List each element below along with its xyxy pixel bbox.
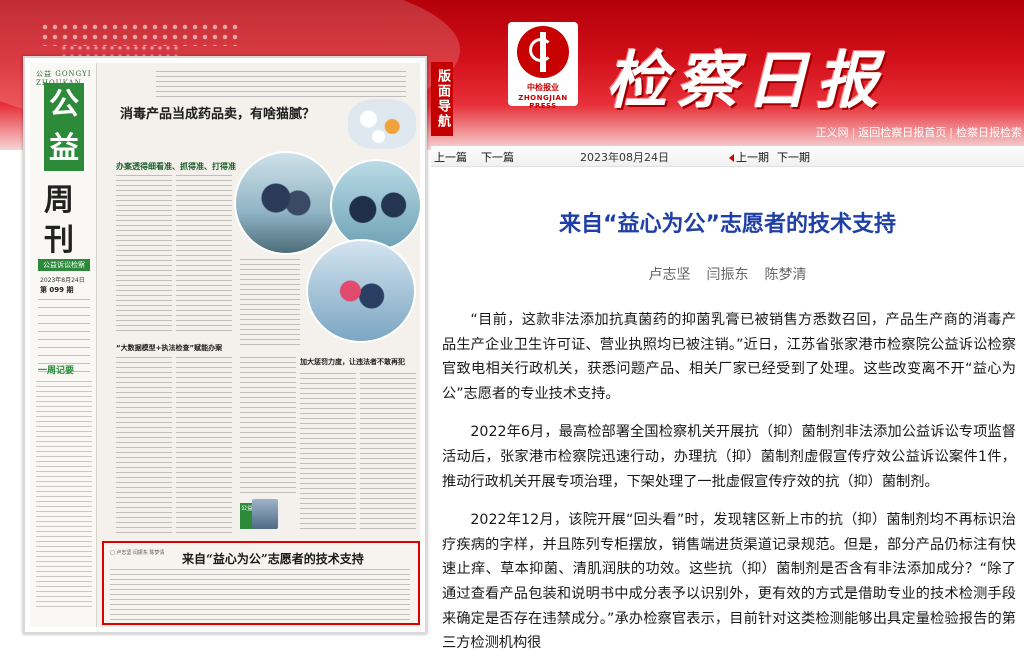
text-column [116, 357, 172, 533]
article-nav-bar: 上一篇 下一篇 2023年08月24日 上一期 下一期 [431, 146, 1024, 167]
newspaper-page-frame: 公益 GONGYI ZHOUKAN 公 益 周 刊 公益诉讼检察 2023年8月… [23, 56, 427, 634]
issue-date: 2023年08月24日 [580, 151, 669, 164]
highlighted-article-box[interactable]: □ 卢志坚 闫振东 陈梦清 来自“益心为公”志愿者的技术支持 [102, 541, 420, 625]
news-photo-1 [234, 151, 338, 255]
prev-issue-link[interactable]: 上一期 [729, 149, 769, 165]
article-title: 来自“益心为公”志愿者的技术支持 [559, 212, 896, 237]
masthead-char-zhou: 周 [44, 183, 74, 218]
article-paragraph: 2022年12月，该院开展“回头看”时，发现辖区新上市的抗（抑）菌制剂均不再标识… [442, 512, 1016, 652]
news-photo-3 [306, 239, 416, 343]
pills-image [348, 99, 416, 149]
logo-emblem-icon [517, 26, 569, 78]
link-search[interactable]: 检察日报检索 [956, 126, 1022, 139]
masthead-section-bar: 公益诉讼检察 [38, 259, 90, 271]
text-column [116, 175, 172, 335]
newspaper-subhead-right[interactable]: 加大惩罚力度，让违法者不敢再犯 [300, 357, 405, 367]
masthead-char-yi: 益 [44, 127, 84, 171]
author-name: 卢志坚 [648, 267, 691, 283]
link-zhengyi[interactable]: 正义网 [816, 126, 849, 139]
author-name: 闫振东 [706, 267, 749, 283]
article-body: “目前，这款非法添加抗真菌药的抑菌乳膏已被销售方悉数召回，产品生产商的消毒产品生… [442, 308, 1016, 670]
news-photo-2 [330, 159, 420, 251]
masthead-char-kan: 刊 [44, 223, 74, 258]
newspaper-subhead-left[interactable]: “大数据模型+执法检查”赋能办案 [116, 343, 222, 353]
author-photo [252, 499, 278, 529]
article-paragraph: “目前，这款非法添加抗真菌药的抑菌乳膏已被销售方悉数召回，产品生产商的消毒产品生… [442, 312, 1016, 402]
prev-article-link[interactable]: 上一篇 [434, 149, 467, 165]
author-name: 陈梦清 [764, 267, 807, 283]
next-article-link[interactable]: 下一篇 [481, 149, 514, 165]
masthead-column: 公益 GONGYI ZHOUKAN 公 益 周 刊 公益诉讼检察 2023年8月… [30, 63, 97, 627]
article-paragraph: 2022年6月，最高检部署全国检察机关开展抗（抑）菌制剂非法添加公益诉讼专项监督… [442, 424, 1016, 490]
text-column [240, 357, 296, 497]
highlighted-article-lines [110, 569, 410, 621]
newspaper-page-image[interactable]: 公益 GONGYI ZHOUKAN 公 益 周 刊 公益诉讼检察 2023年8月… [30, 63, 420, 627]
link-separator: | [851, 126, 856, 139]
link-separator: | [949, 126, 953, 139]
press-logo: 中检报业 ZHONGJIAN PRESS [508, 22, 578, 110]
link-home[interactable]: 返回检察日报首页 [858, 126, 946, 139]
logo-english-text: ZHONGJIAN PRESS [518, 94, 568, 110]
article-authors: 卢志坚 闫振东 陈梦清 [431, 264, 1024, 284]
layout-navigation-tag: 版面导航 [431, 62, 453, 136]
text-column [176, 357, 232, 533]
week-summary-lines [36, 381, 92, 611]
week-summary-title: 一周记要 [38, 366, 75, 376]
brand-title: 检察日报 [606, 44, 887, 117]
text-column [176, 175, 232, 335]
newspaper-green-subhead: 办案透得细看准、抓得准、打得准 [116, 162, 236, 171]
text-column [300, 373, 356, 533]
newspaper-main-headline[interactable]: 消毒产品当成药品卖，有啥猫腻？ [120, 103, 315, 122]
text-column [240, 259, 300, 349]
top-links: 正义网 | 返回检察日报首页 | 检察日报检索 [816, 124, 1022, 140]
highlighted-article-authors: □ 卢志坚 闫振东 陈梦清 [110, 550, 165, 556]
banner-dots [40, 22, 240, 46]
logo-chinese-text: 中检报业 [527, 83, 559, 92]
highlighted-article-title[interactable]: 来自“益心为公”志愿者的技术支持 [182, 550, 364, 567]
next-issue-link[interactable]: 下一期 [777, 149, 810, 165]
triangle-left-icon [729, 154, 734, 162]
masthead-issue: 第 099 期 [40, 286, 74, 294]
text-column [360, 373, 416, 533]
masthead-date: 2023年8月24日 [40, 277, 85, 284]
intro-text-lines [156, 71, 406, 97]
masthead-char-gong: 公 [44, 83, 84, 127]
